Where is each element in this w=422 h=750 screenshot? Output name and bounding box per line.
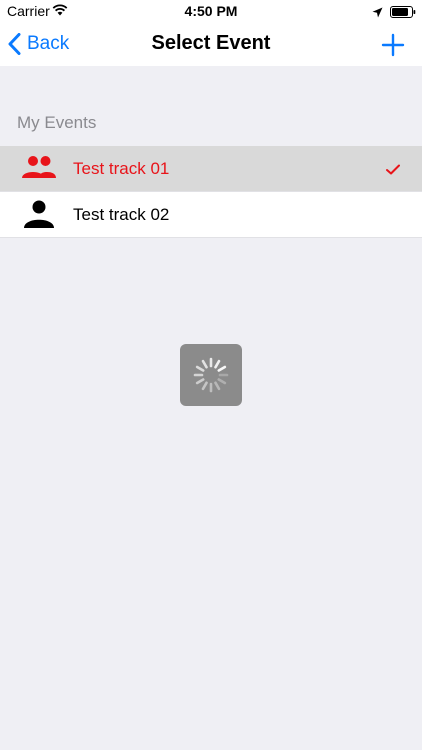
spinner-spoke xyxy=(195,378,205,385)
spinner-spoke xyxy=(201,381,208,391)
event-list: Test track 01 Test track 02 xyxy=(0,146,422,238)
event-label: Test track 02 xyxy=(73,205,170,224)
battery-icon xyxy=(390,5,416,23)
spinner-spoke xyxy=(214,381,221,391)
activity-spinner-icon xyxy=(193,357,229,393)
person-icon xyxy=(22,200,56,228)
spinner-spoke xyxy=(214,359,221,369)
checkmark-icon xyxy=(386,162,400,180)
navigation-bar: Back Select Event xyxy=(0,22,422,66)
status-time: 4:50 PM xyxy=(184,3,238,19)
event-label: Test track 01 xyxy=(73,159,170,178)
plus-icon xyxy=(381,33,405,57)
add-event-button[interactable] xyxy=(381,33,405,57)
spinner-spoke xyxy=(217,378,227,385)
event-row-test-track-02[interactable]: Test track 02 xyxy=(0,192,422,238)
status-bar: Carrier 4:50 PM xyxy=(0,0,422,22)
page-title: Select Event xyxy=(151,32,271,54)
spinner-spoke xyxy=(195,365,205,372)
loading-spinner xyxy=(180,344,242,406)
location-arrow-icon xyxy=(372,5,383,23)
event-row-test-track-01[interactable]: Test track 01 xyxy=(0,146,422,192)
group-icon xyxy=(22,154,56,182)
spinner-spoke xyxy=(201,359,208,369)
section-header-my-events: My Events xyxy=(17,113,97,132)
spinner-spoke xyxy=(217,365,227,372)
